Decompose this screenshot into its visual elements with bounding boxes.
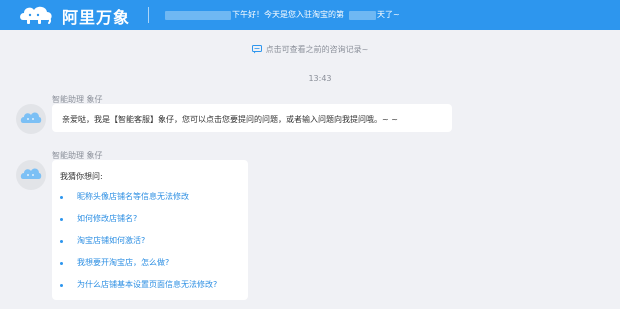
elephant-cloud-icon — [20, 112, 42, 123]
greeting-suffix: 天了~ — [377, 10, 400, 19]
suggestion-link[interactable]: 如何修改店铺名? — [77, 213, 137, 224]
redacted-username — [165, 11, 231, 20]
header-divider — [148, 7, 149, 23]
suggestion-link[interactable]: 昵称头像店铺名等信息无法修改 — [77, 191, 189, 202]
bullet-dot — [60, 262, 63, 265]
bullet-dot — [60, 284, 63, 287]
message-text: 亲爱哒，我是【智能客服】象仔，您可以点击您要提问的问题，或者输入问题向我提问哦。… — [62, 115, 398, 124]
bullet-dot — [60, 196, 63, 199]
message-bubble: 亲爱哒，我是【智能客服】象仔，您可以点击您要提问的问题，或者输入问题向我提问哦。… — [52, 104, 452, 132]
brand-title: 阿里万象 — [62, 8, 131, 27]
suggestion-link[interactable]: 我想要开淘宝店，怎么做? — [77, 257, 169, 268]
bullet-dot — [60, 218, 63, 221]
redacted-day-count — [349, 11, 376, 20]
greeting-text: 下午好！今天是您入驻淘宝的第 — [232, 10, 344, 19]
history-link[interactable]: 点击可查看之前的咨询记录~ — [0, 44, 620, 55]
assistant-avatar — [16, 104, 46, 134]
chat-bubble-icon — [251, 45, 262, 54]
suggestion-link[interactable]: 为什么店铺基本设置页面信息无法修改? — [77, 279, 217, 290]
suggestion-link[interactable]: 淘宝店铺如何激活? — [77, 235, 145, 246]
bullet-dot — [60, 240, 63, 243]
elephant-cloud-icon — [20, 168, 42, 179]
header-bar: 阿里万象 下午好！今天是您入驻淘宝的第 天了~ — [0, 0, 620, 30]
elephant-logo-icon — [20, 6, 52, 24]
assistant-avatar — [16, 160, 46, 190]
suggestions-title: 我猜你想问: — [60, 172, 103, 181]
message-timestamp: 13:43 — [308, 74, 332, 83]
history-link-label[interactable]: 点击可查看之前的咨询记录~ — [266, 45, 369, 54]
